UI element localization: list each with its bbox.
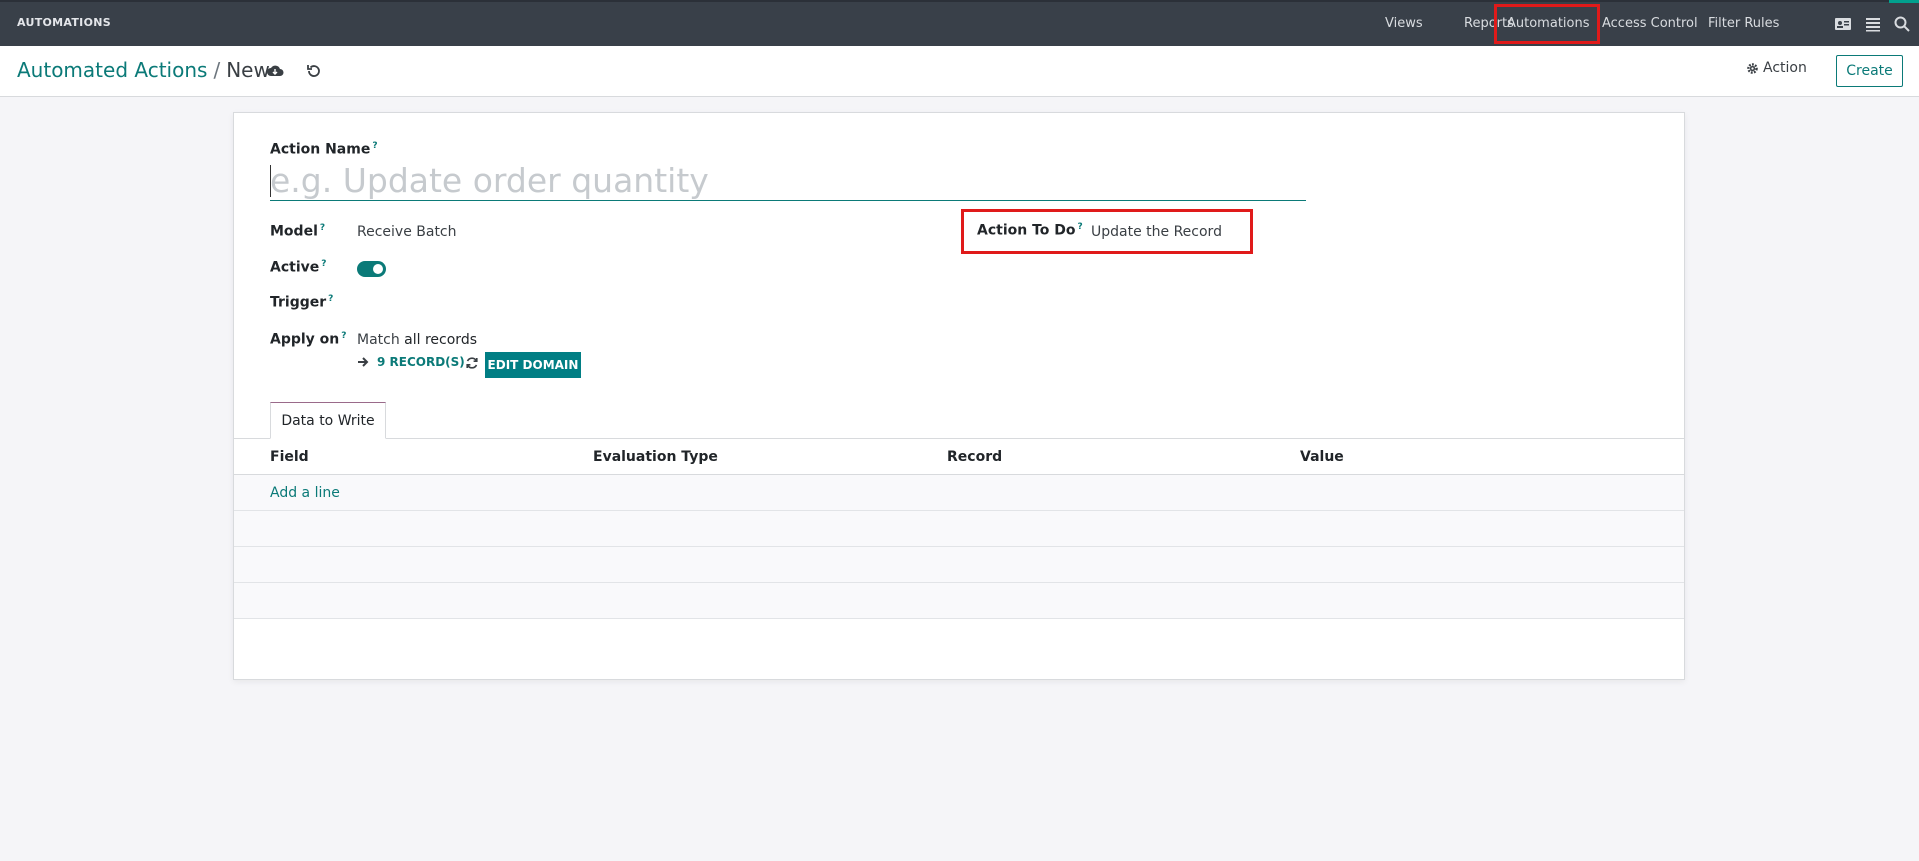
table-row <box>234 511 1684 547</box>
table-row: Add a line <box>234 475 1684 511</box>
apply-on-emphasis: all records <box>404 332 477 348</box>
top-navbar: AUTOMATIONS Views Reports Automations Ac… <box>0 0 1919 46</box>
records-count-text: 9 RECORD(S) <box>377 355 465 369</box>
column-value[interactable]: Value <box>1300 449 1344 465</box>
menu-views[interactable]: Views <box>1379 2 1429 46</box>
action-menu-button[interactable]: Action <box>1746 60 1807 76</box>
list-icon[interactable] <box>1864 15 1882 33</box>
records-count-link[interactable]: 9 RECORD(S) <box>357 355 465 369</box>
breadcrumb-parent[interactable]: Automated Actions <box>17 58 207 82</box>
help-icon[interactable]: ? <box>372 141 377 151</box>
active-label-text: Active <box>270 259 320 276</box>
model-label: Model? <box>270 223 325 240</box>
control-panel: Automated Actions / New Action Create <box>0 46 1919 97</box>
help-icon[interactable]: ? <box>328 294 333 304</box>
add-line-link[interactable]: Add a line <box>270 485 340 501</box>
cloud-save-icon[interactable] <box>266 62 284 80</box>
table-header: Field Evaluation Type Record Value <box>234 439 1684 475</box>
apply-on-domain: Match all records <box>357 332 477 348</box>
column-evaluation-type[interactable]: Evaluation Type <box>593 449 718 465</box>
apply-on-label-text: Apply on <box>270 331 340 348</box>
help-icon[interactable]: ? <box>341 331 346 341</box>
menu-access-control[interactable]: Access Control <box>1596 2 1704 46</box>
model-value[interactable]: Receive Batch <box>357 224 457 240</box>
table-row <box>234 583 1684 619</box>
top-accent-bar <box>1889 0 1919 3</box>
help-icon[interactable]: ? <box>321 259 326 269</box>
edit-domain-button[interactable]: EDIT DOMAIN <box>485 352 581 378</box>
action-to-do-highlight <box>961 209 1253 254</box>
breadcrumb: Automated Actions / New <box>17 58 270 82</box>
text-caret <box>270 165 271 197</box>
table-row <box>234 547 1684 583</box>
action-name-input[interactable] <box>270 161 1306 201</box>
menu-automations-highlight <box>1494 4 1600 44</box>
tab-data-to-write[interactable]: Data to Write <box>270 402 386 439</box>
action-menu-label: Action <box>1763 60 1807 76</box>
breadcrumb-current: New <box>226 58 270 82</box>
search-icon[interactable] <box>1893 15 1911 33</box>
form-sheet: Action Name? Model? Receive Batch Active… <box>233 112 1685 680</box>
apply-on-label: Apply on? <box>270 331 347 348</box>
contact-card-icon[interactable] <box>1834 15 1852 33</box>
apply-on-prefix: Match <box>357 332 400 348</box>
model-label-text: Model <box>270 223 318 240</box>
gear-icon <box>1747 62 1758 74</box>
action-name-label: Action Name? <box>270 141 378 158</box>
trigger-label-text: Trigger <box>270 294 327 311</box>
trigger-label: Trigger? <box>270 294 333 311</box>
column-field[interactable]: Field <box>270 449 309 465</box>
create-button[interactable]: Create <box>1836 55 1903 87</box>
arrow-right-icon <box>358 357 369 367</box>
column-record[interactable]: Record <box>947 449 1002 465</box>
discard-undo-icon[interactable] <box>305 62 323 80</box>
active-label: Active? <box>270 259 326 276</box>
breadcrumb-separator: / <box>213 58 221 82</box>
action-name-label-text: Action Name <box>270 141 371 158</box>
help-icon[interactable]: ? <box>320 223 325 233</box>
refresh-icon[interactable] <box>465 356 479 370</box>
app-brand[interactable]: AUTOMATIONS <box>17 16 111 29</box>
active-toggle[interactable] <box>357 261 386 277</box>
menu-filter-rules[interactable]: Filter Rules <box>1702 2 1785 46</box>
